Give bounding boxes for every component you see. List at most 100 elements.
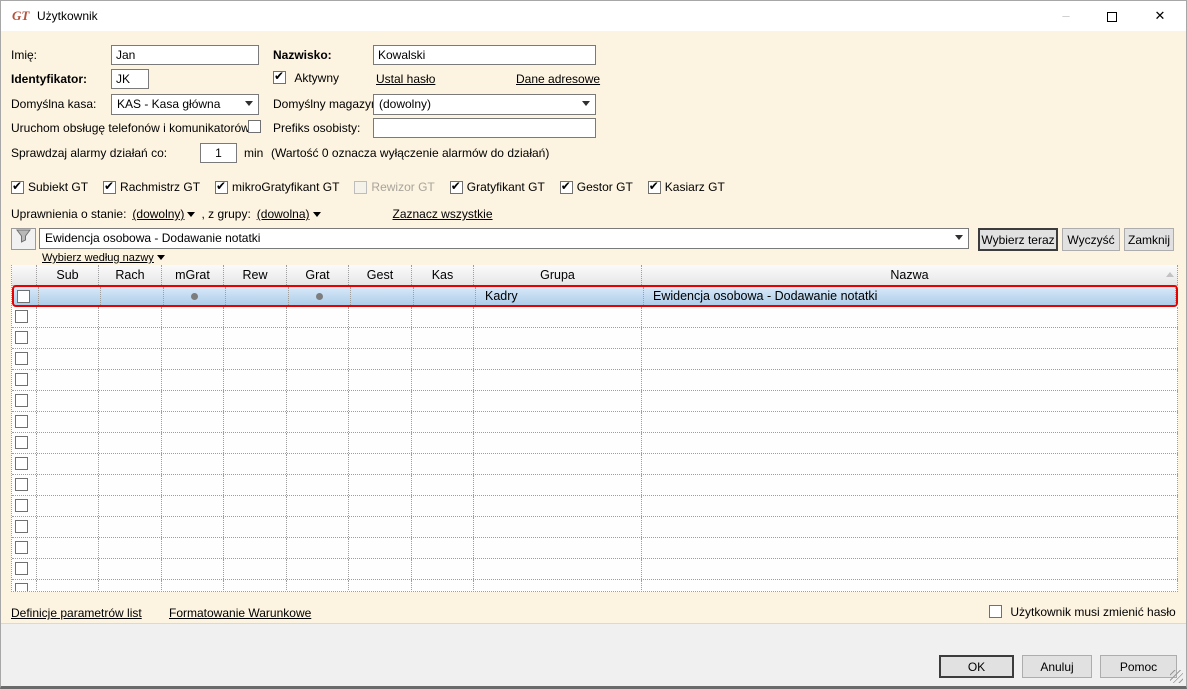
must-change-password-label: Użytkownik musi zmienić hasło (1010, 605, 1176, 619)
must-change-password-checkbox[interactable] (989, 605, 1002, 618)
zamknij-button[interactable]: Zamknij (1124, 228, 1174, 251)
wybierz-teraz-button[interactable]: Wybierz teraz (978, 228, 1058, 251)
alarmy-label: Sprawdzaj alarmy działań co: (11, 146, 168, 160)
row-checkbox[interactable] (15, 331, 28, 344)
module-rewizor: Rewizor GT (354, 180, 435, 194)
chevron-down-icon (955, 235, 963, 240)
funnel-icon (16, 229, 31, 243)
domyslna-kasa-value: KAS - Kasa główna (117, 97, 221, 111)
domyslny-magazyn-label: Domyślny magazyn: (273, 97, 382, 111)
table-row[interactable] (12, 370, 1178, 391)
formatowanie-warunkowe-link[interactable]: Formatowanie Warunkowe (169, 606, 311, 620)
dane-adresowe-link[interactable]: Dane adresowe (516, 72, 600, 86)
col-mgrat[interactable]: mGrat (162, 265, 224, 285)
sort-ascending-icon (1166, 272, 1174, 277)
row-checkbox[interactable] (15, 373, 28, 386)
domyslna-kasa-select[interactable]: KAS - Kasa główna (111, 94, 259, 115)
window-title: Użytkownik (37, 9, 98, 23)
table-row[interactable] (12, 307, 1178, 328)
wybierz-wedlug-nazwy-link[interactable]: Wybierz według nazwy (42, 252, 165, 264)
identyfikator-input[interactable] (111, 69, 149, 89)
gratyfikant-checkbox[interactable] (449, 179, 463, 194)
maximize-button[interactable] (1095, 1, 1129, 31)
table-row[interactable] (12, 517, 1178, 538)
permission-search-combo[interactable]: Ewidencja osobowa - Dodawanie notatki (39, 228, 969, 249)
col-sub[interactable]: Sub (37, 265, 99, 285)
filter-button[interactable] (11, 228, 36, 250)
mgrat-marker-icon (191, 292, 198, 300)
domyslna-kasa-label: Domyślna kasa: (11, 97, 97, 111)
prefiks-label: Prefiks osobisty: (273, 121, 361, 135)
group-filter-dropdown[interactable]: (dowolna) (257, 207, 321, 221)
domyslny-magazyn-select[interactable]: (dowolny) (373, 94, 596, 115)
table-row[interactable] (12, 475, 1178, 496)
module-gratyfikant: Gratyfikant GT (449, 179, 545, 194)
ok-button[interactable]: OK (939, 655, 1014, 678)
col-nazwa[interactable]: Nazwa (642, 265, 1178, 285)
aktywny-checkbox[interactable] (273, 69, 286, 84)
table-row[interactable] (12, 580, 1178, 591)
table-row[interactable] (12, 328, 1178, 349)
table-row[interactable] (12, 454, 1178, 475)
col-grupa[interactable]: Grupa (474, 265, 642, 285)
table-row[interactable] (12, 559, 1178, 580)
must-change-password-group: Użytkownik musi zmienić hasło (989, 605, 1176, 619)
row-checkbox[interactable] (15, 562, 28, 575)
anuluj-button[interactable]: Anuluj (1022, 655, 1092, 678)
selected-permission-row[interactable]: Kadry Ewidencja osobowa - Dodawanie nota… (12, 285, 1178, 307)
table-row[interactable] (12, 496, 1178, 517)
col-checkbox[interactable] (12, 265, 37, 285)
nazwisko-input[interactable] (373, 45, 596, 65)
kasiarz-checkbox[interactable] (647, 179, 661, 194)
resize-grip[interactable] (1170, 670, 1183, 683)
row-checkbox[interactable] (15, 478, 28, 491)
col-rew[interactable]: Rew (224, 265, 287, 285)
subiekt-label: Subiekt GT (28, 180, 89, 194)
row-checkbox[interactable] (15, 310, 28, 323)
row-checkbox[interactable] (15, 541, 28, 554)
chevron-down-icon (245, 101, 253, 106)
definicje-parametrow-link[interactable]: Definicje parametrów list (11, 606, 142, 620)
nazwisko-label: Nazwisko: (273, 48, 332, 62)
state-filter-dropdown[interactable]: (dowolny) (132, 207, 196, 221)
identyfikator-label: Identyfikator: (11, 72, 88, 86)
row-checkbox[interactable] (15, 583, 28, 591)
row-checkbox[interactable] (15, 394, 28, 407)
table-row[interactable] (12, 349, 1178, 370)
gestor-checkbox[interactable] (559, 179, 573, 194)
telefony-label: Uruchom obsługę telefonów i komunikatoró… (11, 121, 250, 135)
mikrogratyfikant-checkbox[interactable] (215, 179, 229, 194)
row-checkbox[interactable] (15, 520, 28, 533)
prefiks-input[interactable] (373, 118, 596, 138)
ustal-haslo-link[interactable]: Ustal hasło (376, 72, 435, 86)
row-checkbox[interactable] (15, 436, 28, 449)
table-row[interactable] (12, 412, 1178, 433)
table-row[interactable] (12, 433, 1178, 454)
rewizor-checkbox (354, 180, 368, 194)
grupa-cell: Kadry (476, 287, 644, 305)
table-row[interactable] (12, 538, 1178, 559)
subiekt-checkbox[interactable] (11, 179, 24, 194)
rewizor-label: Rewizor GT (371, 180, 435, 194)
row-checkbox[interactable] (17, 290, 30, 303)
wyczysc-button[interactable]: Wyczyść (1062, 228, 1120, 251)
row-checkbox[interactable] (15, 457, 28, 470)
col-kas[interactable]: Kas (412, 265, 474, 285)
permissions-table: Sub Rach mGrat Rew Grat Gest Kas Grupa N… (11, 265, 1178, 592)
row-checkbox[interactable] (15, 415, 28, 428)
table-row[interactable] (12, 391, 1178, 412)
imie-input[interactable] (111, 45, 259, 65)
imie-label: Imię: (11, 48, 38, 62)
col-grat[interactable]: Grat (287, 265, 349, 285)
rachmistrz-checkbox[interactable] (103, 179, 117, 194)
alarmy-input[interactable] (200, 143, 237, 163)
col-rach[interactable]: Rach (99, 265, 162, 285)
pomoc-button[interactable]: Pomoc (1100, 655, 1177, 678)
row-checkbox[interactable] (15, 352, 28, 365)
row-checkbox[interactable] (15, 499, 28, 512)
close-button[interactable]: ✕ (1143, 1, 1177, 31)
select-all-link[interactable]: Zaznacz wszystkie (393, 207, 493, 221)
telefony-checkbox[interactable] (248, 120, 261, 133)
col-gest[interactable]: Gest (349, 265, 412, 285)
by-name-label: Wybierz według nazwy (42, 252, 154, 264)
